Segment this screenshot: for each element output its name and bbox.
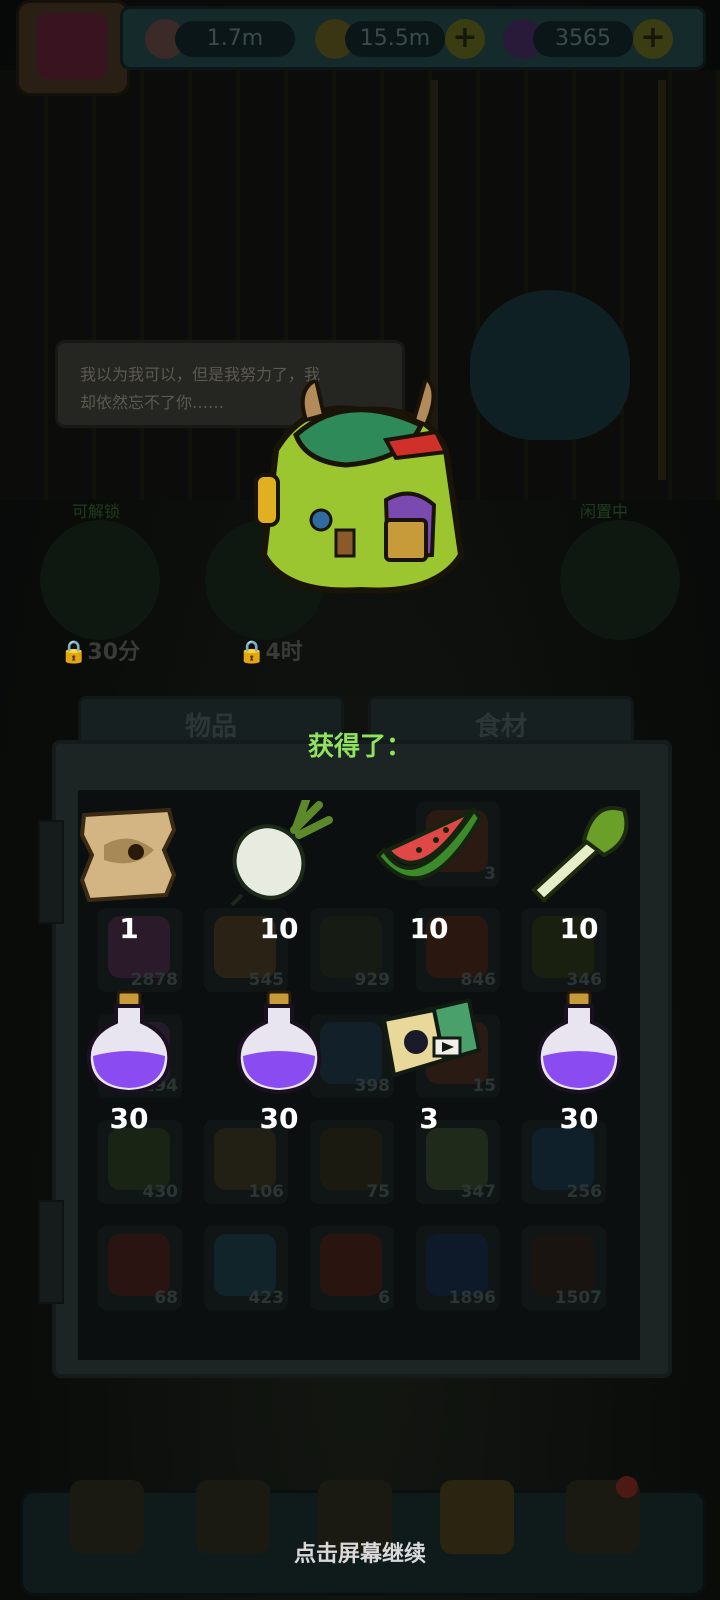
inventory-count: 1896 — [448, 1288, 496, 1308]
inventory-count: 256 — [566, 1182, 603, 1202]
inventory-cell[interactable]: 1507 — [522, 1226, 606, 1310]
reward-qty: 30 — [109, 1102, 149, 1135]
inventory-count: 68 — [154, 1288, 178, 1308]
lock-icon: 🔒 — [238, 640, 266, 665]
inventory-count: 423 — [248, 1288, 285, 1308]
reward-item: 30 — [514, 990, 644, 1140]
lock-timer-2: 🔒4时 — [238, 640, 303, 665]
inventory-count: 6 — [378, 1288, 390, 1308]
reward-qty: 3 — [419, 1102, 439, 1135]
panel-handle — [38, 1200, 64, 1304]
celery-icon — [531, 806, 629, 903]
inventory-count: 929 — [354, 970, 391, 990]
reward-bag-icon — [254, 380, 465, 594]
reward-item: 10 — [514, 800, 644, 950]
panel-handle — [38, 820, 64, 924]
character-slot-1[interactable] — [40, 520, 160, 640]
inventory-item-icon — [532, 1234, 594, 1296]
reward-qty: 30 — [559, 1102, 599, 1135]
player-avatar[interactable] — [16, 0, 130, 96]
inventory-count: 75 — [366, 1182, 390, 1202]
inventory-count: 106 — [248, 1182, 285, 1202]
potions-counter: 3565 — [533, 21, 633, 57]
purple-potion-icon — [236, 990, 322, 1095]
map-scroll-icon — [79, 807, 177, 903]
character-slot-3[interactable] — [560, 520, 680, 640]
reward-item: 30 — [64, 990, 194, 1140]
inventory-cell[interactable]: 6 — [310, 1226, 394, 1310]
inventory-count: 1507 — [554, 1288, 602, 1308]
inventory-count: 346 — [566, 970, 603, 990]
reward-qty: 10 — [259, 912, 299, 945]
video-card-icon — [381, 997, 482, 1078]
inventory-count: 430 — [142, 1182, 179, 1202]
add-coins-button[interactable]: + — [445, 19, 485, 59]
eyes-counter: 1.7m — [175, 21, 295, 57]
inventory-count: 2878 — [130, 970, 178, 990]
add-potions-button[interactable]: + — [633, 19, 673, 59]
reward-item: 10 — [364, 800, 494, 950]
purple-potion-icon — [536, 990, 622, 1095]
inventory-cell[interactable]: 68 — [98, 1226, 182, 1310]
monster-character[interactable] — [470, 290, 630, 440]
purple-potion-icon — [86, 990, 172, 1095]
reward-item: 3 — [364, 990, 494, 1140]
inventory-count: 545 — [248, 970, 285, 990]
inventory-item-icon — [108, 1234, 170, 1296]
notification-badge — [616, 1476, 638, 1498]
unlockable-label: 可解锁 — [72, 502, 121, 521]
reward-title: 获得了： — [307, 732, 412, 762]
radish-icon — [230, 800, 333, 907]
coins-counter: 15.5m — [345, 21, 445, 57]
lock-icon: 🔒 — [60, 640, 88, 665]
tap-to-continue[interactable]: 点击屏幕继续 — [0, 1536, 720, 1568]
reward-item: 10 — [214, 800, 344, 950]
idle-label: 闲置中 — [580, 502, 629, 521]
inventory-count: 347 — [460, 1182, 497, 1202]
inventory-cell[interactable]: 423 — [204, 1226, 288, 1310]
reward-item: 30 — [214, 990, 344, 1140]
reward-qty: 10 — [409, 912, 449, 945]
lock-timer-1: 🔒30分 — [60, 640, 141, 665]
inventory-item-icon — [320, 1234, 382, 1296]
reward-qty: 30 — [259, 1102, 299, 1135]
reward-item: 1 — [64, 800, 194, 950]
inventory-item-icon — [214, 1234, 276, 1296]
inventory-count: 846 — [460, 970, 497, 990]
inventory-item-icon — [426, 1234, 488, 1296]
reward-qty: 1 — [119, 912, 139, 945]
resource-bar: 1.7m 15.5m + 3565 + — [120, 6, 706, 70]
reward-qty: 10 — [559, 912, 599, 945]
inventory-cell[interactable]: 1896 — [416, 1226, 500, 1310]
watermelon-icon — [375, 806, 483, 881]
